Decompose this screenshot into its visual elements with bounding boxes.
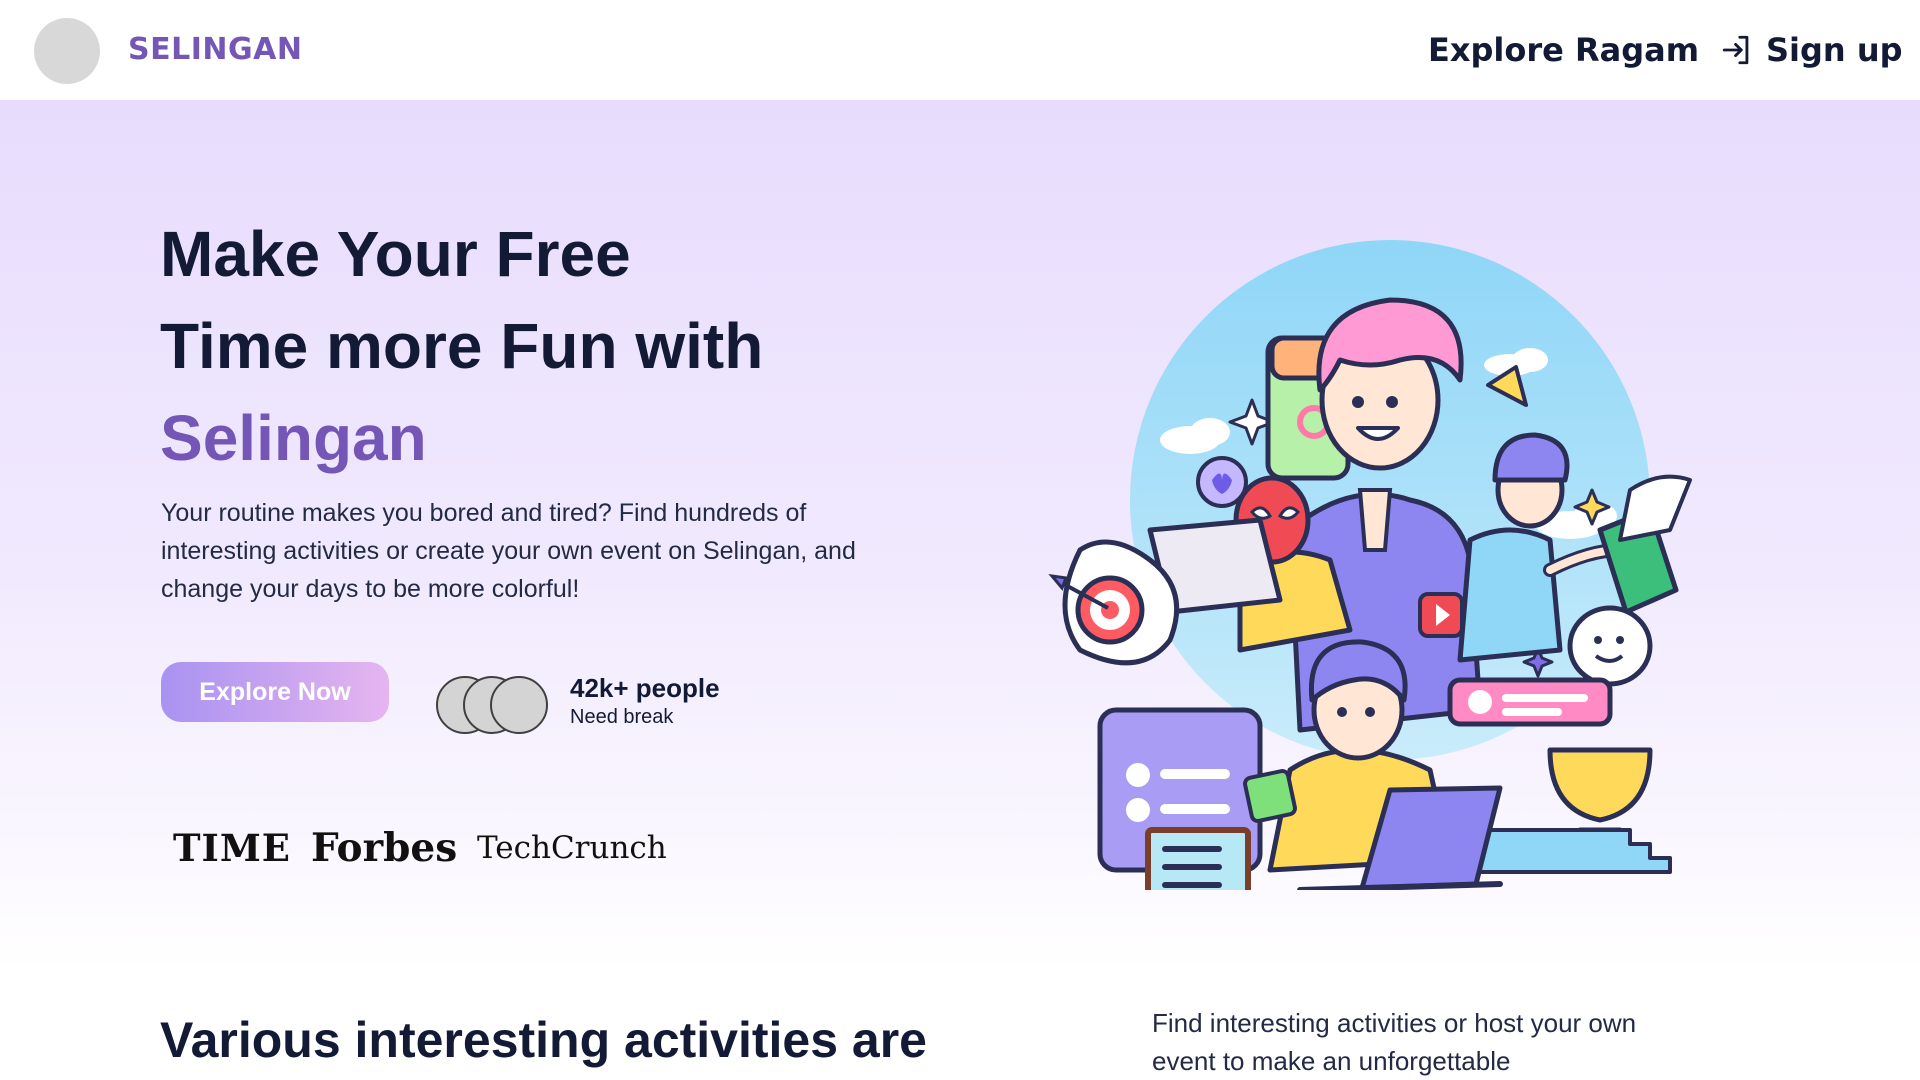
navbar: SELINGAN Explore Ragam Sign up (0, 0, 1920, 100)
section-description: Find interesting activities or host your… (1152, 1008, 1637, 1076)
sign-in-icon (1722, 35, 1749, 65)
section-title: Various interesting activities are (160, 1012, 927, 1068)
hero-headline: Make Your Free Time more Fun with Seling… (160, 208, 960, 484)
explore-now-button[interactable]: Explore Now (161, 662, 389, 722)
brand-name[interactable]: SELINGAN (128, 30, 302, 70)
logo-icon[interactable] (34, 18, 100, 84)
signup-button[interactable]: Sign up (1720, 28, 1903, 72)
press-logo-time: TIME (173, 826, 291, 870)
hero-section: Make Your Free Time more Fun with Seling… (0, 100, 1920, 970)
avatar-group (436, 676, 552, 736)
stat-value: 42k+ people (570, 673, 720, 703)
signup-label: Sign up (1766, 31, 1903, 69)
nav-explore-ragam-link[interactable]: Explore Ragam (1428, 28, 1699, 72)
press-logo-techcrunch: TechCrunch (477, 830, 667, 866)
stat-label: Need break (570, 706, 674, 728)
headline-accent: Selingan (160, 402, 427, 474)
headline-line-2: Time more Fun with (160, 310, 764, 382)
hero-description: Your routine makes you bored and tired? … (161, 499, 856, 603)
avatar (490, 676, 548, 734)
hero-illustration (1048, 240, 1692, 890)
headline-line-1: Make Your Free (160, 218, 631, 290)
press-logo-forbes: Forbes (311, 825, 458, 871)
